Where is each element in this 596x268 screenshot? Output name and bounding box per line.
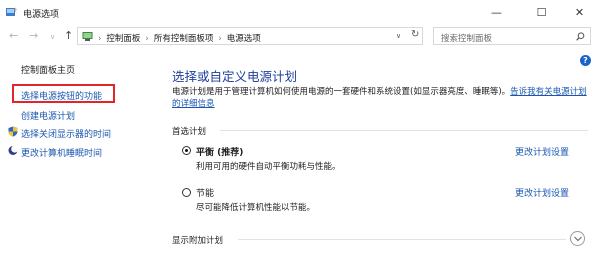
additional-plans-header[interactable]: 显示附加计划	[172, 234, 223, 246]
chevron-down-icon	[574, 236, 582, 242]
breadcrumb-separator: ›	[218, 34, 222, 44]
balanced-change-settings-link[interactable]: 更改计划设置	[515, 145, 569, 158]
power-saver-plan-description: 尽可能降低计算机性能以节能。	[196, 203, 316, 213]
power-saver-plan-name[interactable]: 节能	[196, 186, 214, 199]
power-options-icon	[6, 7, 17, 16]
refresh-button[interactable]: ↻	[411, 29, 419, 40]
breadcrumb-control-panel[interactable]: 控制面板	[106, 34, 140, 44]
page-title: 选择或自定义电源计划	[172, 69, 298, 84]
breadcrumb-all-items[interactable]: 所有控制面板项	[154, 34, 214, 44]
back-button[interactable]: ←	[9, 29, 18, 43]
divider	[220, 130, 588, 131]
shield-icon	[8, 126, 18, 137]
expand-button[interactable]	[570, 231, 585, 246]
divider	[238, 239, 566, 240]
maximize-button[interactable]: ☐	[525, 0, 558, 24]
moon-icon	[8, 145, 18, 155]
control-panel-home-link[interactable]: 控制面板主页	[21, 63, 75, 76]
window-title: 电源选项	[23, 10, 60, 20]
description-text: 电源计划是用于管理计算机如何使用电源的一套硬件和系统设置(如显示器亮度、睡眠等)…	[172, 87, 511, 97]
search-icon[interactable]	[576, 32, 585, 41]
breadcrumb-power-options[interactable]: 电源选项	[227, 34, 261, 44]
forward-button[interactable]: →	[29, 29, 38, 43]
search-input[interactable]: 搜索控制面板	[441, 32, 492, 44]
power-saver-change-settings-link[interactable]: 更改计划设置	[515, 186, 569, 199]
control-panel-icon	[82, 32, 93, 41]
balanced-plan-description: 利用可用的硬件自动平衡功耗与性能。	[196, 162, 341, 172]
preferred-plans-header: 首选计划	[172, 127, 207, 137]
sidebar-item-power-button[interactable]: 选择电源按钮的功能	[21, 89, 102, 102]
recent-locations-dropdown[interactable]: ∨	[50, 30, 55, 44]
power-saver-plan-radio[interactable]	[182, 188, 191, 197]
sidebar-item-create-plan[interactable]: 创建电源计划	[21, 109, 75, 122]
close-button[interactable]: ✕	[563, 0, 596, 24]
breadcrumb: › 控制面板 › 所有控制面板项 › 电源选项	[98, 32, 261, 44]
page-description: 电源计划是用于管理计算机如何使用电源的一套硬件和系统设置(如显示器亮度、睡眠等)…	[172, 86, 592, 110]
address-dropdown[interactable]: ∨	[396, 32, 401, 40]
balanced-plan-radio[interactable]	[182, 146, 191, 155]
balanced-plan-name[interactable]: 平衡 (推荐)	[196, 145, 243, 158]
breadcrumb-separator: ›	[145, 34, 149, 44]
sidebar-item-sleep-time[interactable]: 更改计算机睡眠时间	[21, 146, 102, 159]
up-button[interactable]: ↑	[64, 29, 73, 43]
sidebar-item-display-off-time[interactable]: 选择关闭显示器的时间	[21, 127, 111, 140]
help-icon[interactable]: ?	[580, 55, 591, 66]
minimize-button[interactable]: —	[480, 0, 513, 24]
breadcrumb-separator: ›	[98, 34, 102, 44]
